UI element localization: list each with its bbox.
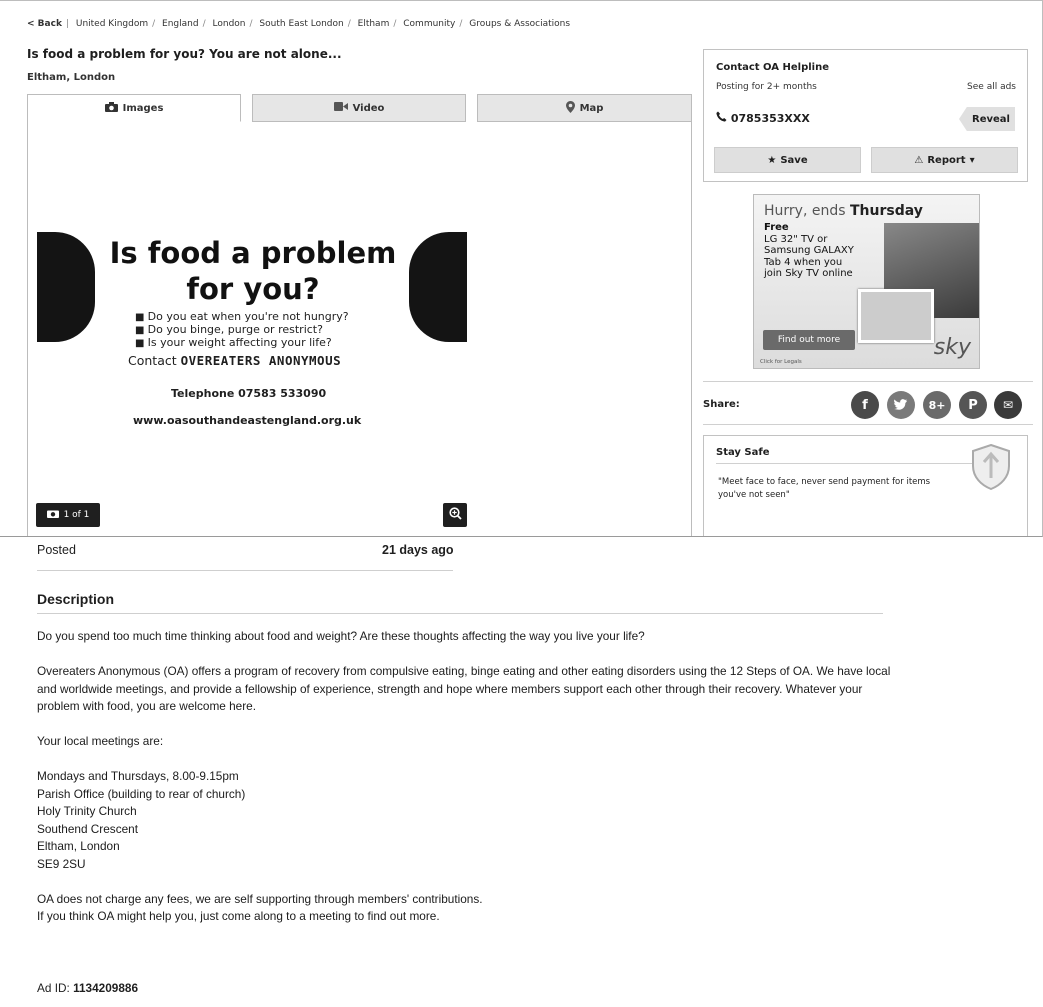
image-contact: Contact OVEREATERS ANONYMOUS [128, 353, 342, 368]
back-link[interactable]: < Back [27, 19, 62, 29]
banner-legals[interactable]: Click for Legals [760, 359, 802, 365]
divider [37, 570, 453, 571]
banner-cta-button[interactable]: Find out more [763, 330, 855, 350]
tab-video[interactable]: Video [252, 94, 466, 122]
facebook-icon[interactable]: f [851, 391, 879, 419]
image-website: www.oasouthandeastengland.org.uk [133, 414, 362, 427]
tab-label: Video [352, 102, 385, 114]
divider [716, 463, 984, 464]
pinterest-icon[interactable]: P [959, 391, 987, 419]
listing-image[interactable]: Is food a problem for you? Do you eat wh… [35, 229, 467, 443]
camera-icon [104, 101, 118, 115]
description-paragraph: Your local meetings are: [37, 734, 164, 748]
posting-duration: Posting for 2+ months [716, 82, 817, 92]
stay-safe-title: Stay Safe [716, 447, 770, 458]
twitter-icon[interactable] [887, 391, 915, 419]
posted-label: Posted [37, 543, 76, 557]
breadcrumb-item[interactable]: Groups & Associations [469, 19, 570, 29]
banner-tablet-image [858, 289, 934, 343]
star-icon: ★ [767, 154, 777, 166]
map-pin-icon [565, 100, 575, 116]
breadcrumb-item[interactable]: London [213, 19, 246, 29]
google-plus-icon[interactable]: 8+ [923, 391, 951, 419]
banner-headline: Hurry, ends Thursday [764, 203, 923, 219]
breadcrumb-item[interactable]: South East London [259, 19, 343, 29]
breadcrumb-item[interactable]: Community [403, 19, 455, 29]
divider [703, 381, 1033, 382]
advert-banner[interactable]: Hurry, ends Thursday Free LG 32" TV or S… [753, 194, 980, 369]
description-heading: Description [37, 591, 115, 607]
listing-location: Eltham, London [27, 72, 116, 83]
listing-title: Is food a problem for you? You are not a… [27, 47, 342, 61]
description-body: Do you spend too much time thinking abou… [37, 628, 907, 943]
tab-label: Images [122, 102, 164, 114]
stay-safe-panel: Stay Safe "Meet face to face, never send… [703, 435, 1028, 536]
shield-icon [971, 443, 1011, 491]
warning-icon: ⚠ [914, 154, 924, 166]
breadcrumb-item[interactable]: England [162, 19, 199, 29]
email-icon[interactable]: ✉ [994, 391, 1022, 419]
cutlery-right-graphic [409, 232, 467, 342]
save-button[interactable]: ★ Save [714, 147, 861, 173]
contact-panel: Contact OA Helpline Posting for 2+ month… [703, 49, 1028, 182]
tab-label: Map [579, 102, 604, 114]
listing-top-section: < Back | United Kingdom / England / London /… [0, 0, 1043, 537]
cutlery-left-graphic [37, 232, 95, 342]
breadcrumb-item[interactable]: United Kingdom [76, 19, 148, 29]
video-camera-icon [333, 102, 348, 114]
camera-icon [46, 509, 59, 521]
sky-logo: sky [933, 335, 971, 360]
zoom-in-icon [448, 507, 462, 523]
breadcrumb-item[interactable]: Eltham [358, 19, 390, 29]
report-button[interactable]: ⚠ Report ▾ [871, 147, 1018, 173]
reveal-button[interactable]: Reveal [959, 107, 1015, 131]
divider [703, 424, 1033, 425]
divider [37, 613, 883, 614]
breadcrumb: < Back | United Kingdom / England / London /… [27, 19, 571, 29]
seller-name: Contact OA Helpline [716, 62, 829, 73]
media-tabs: Images Video Map [27, 94, 692, 122]
caret-down-icon: ▾ [969, 154, 975, 166]
tab-map[interactable]: Map [477, 94, 692, 122]
meeting-address: Mondays and Thursdays, 8.00-9.15pm Paris… [37, 769, 246, 871]
tab-images[interactable]: Images [27, 94, 241, 122]
posted-value: 21 days ago [382, 543, 454, 557]
zoom-button[interactable] [443, 503, 467, 527]
image-counter[interactable]: 1 of 1 [36, 503, 100, 527]
image-headline: Is food a problem for you? [109, 236, 397, 306]
banner-offer: Free LG 32" TV or Samsung GALAXY Tab 4 w… [764, 222, 854, 279]
ad-id: Ad ID: 1134209886 [37, 981, 139, 995]
phone-icon [716, 111, 731, 125]
see-all-ads-link[interactable]: See all ads [967, 82, 1016, 92]
description-paragraph: Do you spend too much time thinking abou… [37, 629, 645, 643]
image-telephone: Telephone 07583 533090 [171, 387, 327, 400]
description-closing: OA does not charge any fees, we are self… [37, 891, 483, 924]
description-paragraph: Overeaters Anonymous (OA) offers a progr… [37, 664, 891, 713]
stay-safe-tip: "Meet face to face, never send payment f… [718, 477, 931, 500]
share-label: Share: [703, 399, 740, 410]
image-bullets: Do you eat when you're not hungry? Do yo… [135, 311, 349, 350]
listing-details: Posted 21 days ago Description Do you sp… [0, 537, 1043, 1007]
phone-number: 0785353XXX [716, 111, 810, 125]
